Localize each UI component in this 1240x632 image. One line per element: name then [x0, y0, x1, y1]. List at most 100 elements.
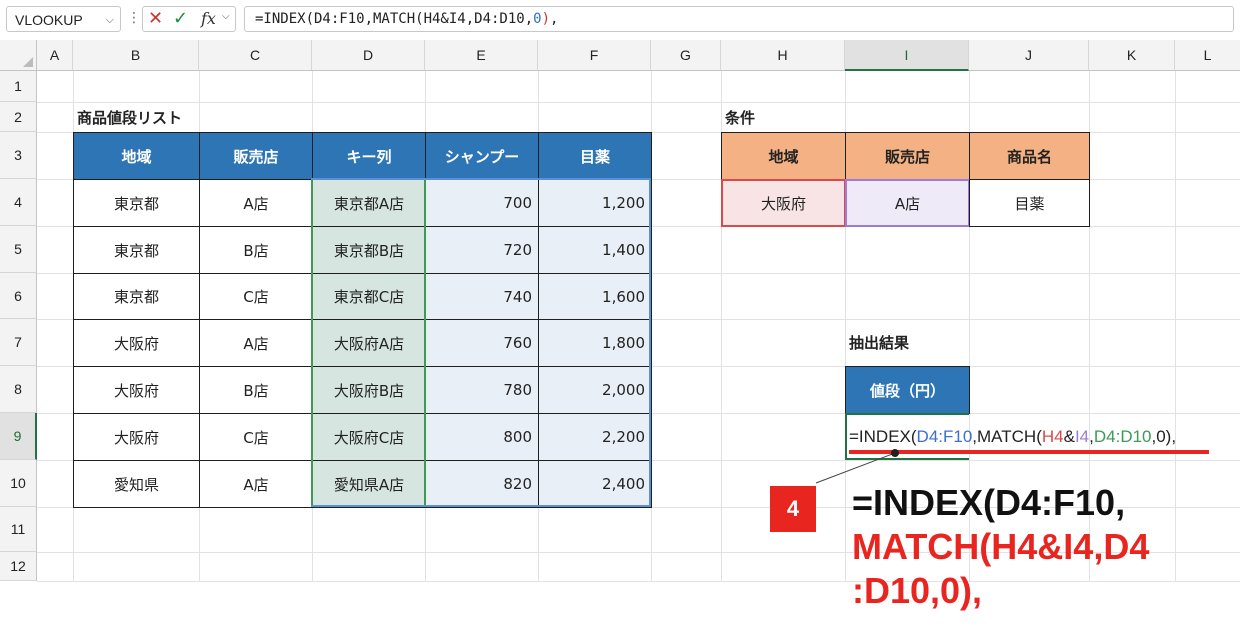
cell-key[interactable]: 大阪府A店: [312, 319, 426, 367]
cell-key[interactable]: 東京都A店: [312, 179, 426, 227]
cell-eyedrops[interactable]: 2,400: [538, 460, 652, 508]
formula-text-zero: 0: [533, 11, 542, 27]
cond-value-store[interactable]: A店: [845, 179, 970, 227]
row-header-5[interactable]: 5: [0, 226, 37, 273]
row-header-7[interactable]: 7: [0, 319, 37, 366]
cell-eyedrops[interactable]: 2,000: [538, 366, 652, 414]
product-list-title: 商品値段リスト: [77, 108, 183, 127]
more-options-icon[interactable]: ⋮: [127, 10, 141, 26]
col-header-a[interactable]: A: [37, 40, 73, 71]
header-region[interactable]: 地域: [73, 132, 200, 180]
row-header-3[interactable]: 3: [0, 132, 37, 179]
col-header-c[interactable]: C: [199, 40, 312, 71]
insert-function-icon[interactable]: fx: [201, 9, 216, 28]
cell-key[interactable]: 大阪府C店: [312, 413, 426, 461]
cell-shampoo[interactable]: 760: [425, 319, 539, 367]
row-header-4[interactable]: 4: [0, 179, 37, 226]
cell-region[interactable]: 東京都: [73, 273, 200, 320]
row-header-11[interactable]: 11: [0, 507, 37, 552]
row-header-9[interactable]: 9: [0, 413, 37, 460]
cell-region[interactable]: 東京都: [73, 179, 200, 227]
cond-header-store[interactable]: 販売店: [845, 132, 970, 180]
cell-shampoo[interactable]: 700: [425, 179, 539, 227]
annotation-line1: =INDEX(D4:F10,: [852, 482, 1126, 523]
cell-region[interactable]: 東京都: [73, 226, 200, 274]
cell-eyedrops[interactable]: 1,800: [538, 319, 652, 367]
cell-store[interactable]: A店: [199, 319, 313, 367]
cell-store[interactable]: B店: [199, 226, 313, 274]
formula-input[interactable]: =INDEX(D4:F10,MATCH(H4&I4,D4:D10,0),: [244, 6, 1234, 32]
col-header-i[interactable]: I: [845, 40, 969, 71]
formula-part: ,MATCH(: [972, 426, 1042, 446]
annotation-line2: MATCH(H4&I4,D4: [852, 526, 1150, 567]
name-box[interactable]: VLOOKUP ⌵: [6, 6, 121, 32]
row-header-8[interactable]: 8: [0, 366, 37, 413]
cell-shampoo[interactable]: 780: [425, 366, 539, 414]
col-header-k[interactable]: K: [1089, 40, 1175, 71]
result-header[interactable]: 値段（円）: [845, 366, 970, 414]
col-header-h[interactable]: H: [721, 40, 845, 71]
row-header-12[interactable]: 12: [0, 552, 37, 581]
cell-region[interactable]: 愛知県: [73, 460, 200, 508]
formula-part: ,0),: [1151, 426, 1177, 446]
cancel-icon[interactable]: ✕: [148, 8, 163, 29]
cell-region[interactable]: 大阪府: [73, 319, 200, 367]
formula-part: =INDEX(: [849, 426, 917, 446]
select-all-corner[interactable]: [0, 40, 37, 71]
cell-key[interactable]: 東京都C店: [312, 273, 426, 320]
header-store[interactable]: 販売店: [199, 132, 313, 180]
formula-part: &: [1063, 426, 1075, 446]
cell-store[interactable]: A店: [199, 460, 313, 508]
header-key[interactable]: キー列: [312, 132, 426, 180]
cell-region[interactable]: 大阪府: [73, 413, 200, 461]
cell-region[interactable]: 大阪府: [73, 366, 200, 414]
col-header-j[interactable]: J: [969, 40, 1089, 71]
col-header-e[interactable]: E: [425, 40, 538, 71]
col-header-f[interactable]: F: [538, 40, 651, 71]
cell-shampoo[interactable]: 800: [425, 413, 539, 461]
cell-eyedrops[interactable]: 2,200: [538, 413, 652, 461]
cell-store[interactable]: A店: [199, 179, 313, 227]
formula-part: D4:F10: [916, 426, 973, 446]
cell-shampoo[interactable]: 720: [425, 226, 539, 274]
chevron-down-icon[interactable]: ⌵: [222, 11, 230, 22]
col-header-b[interactable]: B: [73, 40, 199, 71]
name-box-value: VLOOKUP: [15, 12, 83, 28]
header-shampoo[interactable]: シャンプー: [425, 132, 539, 180]
enter-icon[interactable]: ✓: [173, 8, 188, 29]
conditions-title: 条件: [725, 108, 756, 127]
row-header-6[interactable]: 6: [0, 273, 37, 319]
formula-part: H4: [1041, 426, 1064, 446]
formula-part: D4:D10: [1093, 426, 1152, 446]
cell-store[interactable]: B店: [199, 366, 313, 414]
cond-value-product[interactable]: 目薬: [969, 179, 1090, 227]
formula-bar: VLOOKUP ⌵ ⋮ ✕ ✓ fx ⌵ =INDEX(D4:F10,MATCH…: [0, 0, 1240, 41]
step-badge: 4: [770, 486, 816, 532]
cell-eyedrops[interactable]: 1,200: [538, 179, 652, 227]
cell-store[interactable]: C店: [199, 273, 313, 320]
header-eyedrops[interactable]: 目薬: [538, 132, 652, 180]
cell-shampoo[interactable]: 740: [425, 273, 539, 320]
cell-key[interactable]: 愛知県A店: [312, 460, 426, 508]
col-header-d[interactable]: D: [312, 40, 425, 71]
underline-highlight: [849, 450, 1209, 454]
formula-text-paren: ): [541, 11, 551, 27]
row-header-2[interactable]: 2: [0, 102, 37, 132]
cell-store[interactable]: C店: [199, 413, 313, 461]
annotation-line3: :D10,0),: [852, 570, 983, 611]
cell-eyedrops[interactable]: 1,600: [538, 273, 652, 320]
result-title: 抽出結果: [849, 334, 910, 352]
cond-header-product[interactable]: 商品名: [969, 132, 1090, 180]
cell-key[interactable]: 大阪府B店: [312, 366, 426, 414]
chevron-down-icon[interactable]: ⌵: [106, 7, 114, 33]
cond-value-region[interactable]: 大阪府: [721, 179, 846, 227]
col-header-l[interactable]: L: [1175, 40, 1240, 71]
cell-shampoo[interactable]: 820: [425, 460, 539, 508]
cell-eyedrops[interactable]: 1,400: [538, 226, 652, 274]
row-header-10[interactable]: 10: [0, 460, 37, 507]
formula-text-tail: ,: [550, 11, 559, 27]
row-header-1[interactable]: 1: [0, 71, 37, 102]
cond-header-region[interactable]: 地域: [721, 132, 846, 180]
col-header-g[interactable]: G: [651, 40, 721, 71]
cell-key[interactable]: 東京都B店: [312, 226, 426, 274]
